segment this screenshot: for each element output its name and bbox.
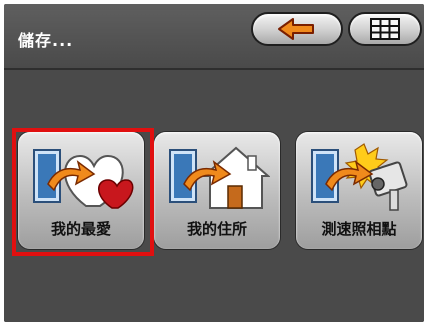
favorites-heart-icon [33,149,134,209]
speed-camera-tile[interactable]: 測速照相點 [296,132,422,249]
speed-camera-icon [311,143,408,211]
page-title: 儲存... [18,31,74,50]
back-button[interactable] [251,12,343,46]
speed-camera-label: 測速照相點 [321,220,397,238]
home-label: 我的住所 [186,220,247,238]
header-bar: 儲存... [4,4,424,70]
favorites-label: 我的最愛 [50,220,111,238]
menu-button[interactable] [348,12,422,46]
grid-icon [370,18,400,40]
back-arrow-icon [278,18,314,40]
home-tile[interactable]: 我的住所 [154,132,280,249]
favorites-tile[interactable]: 我的最愛 [18,132,144,249]
home-icon [169,146,270,209]
device-screen: 儲存... 我的最愛 我的住所 測速照相點 [4,4,424,322]
